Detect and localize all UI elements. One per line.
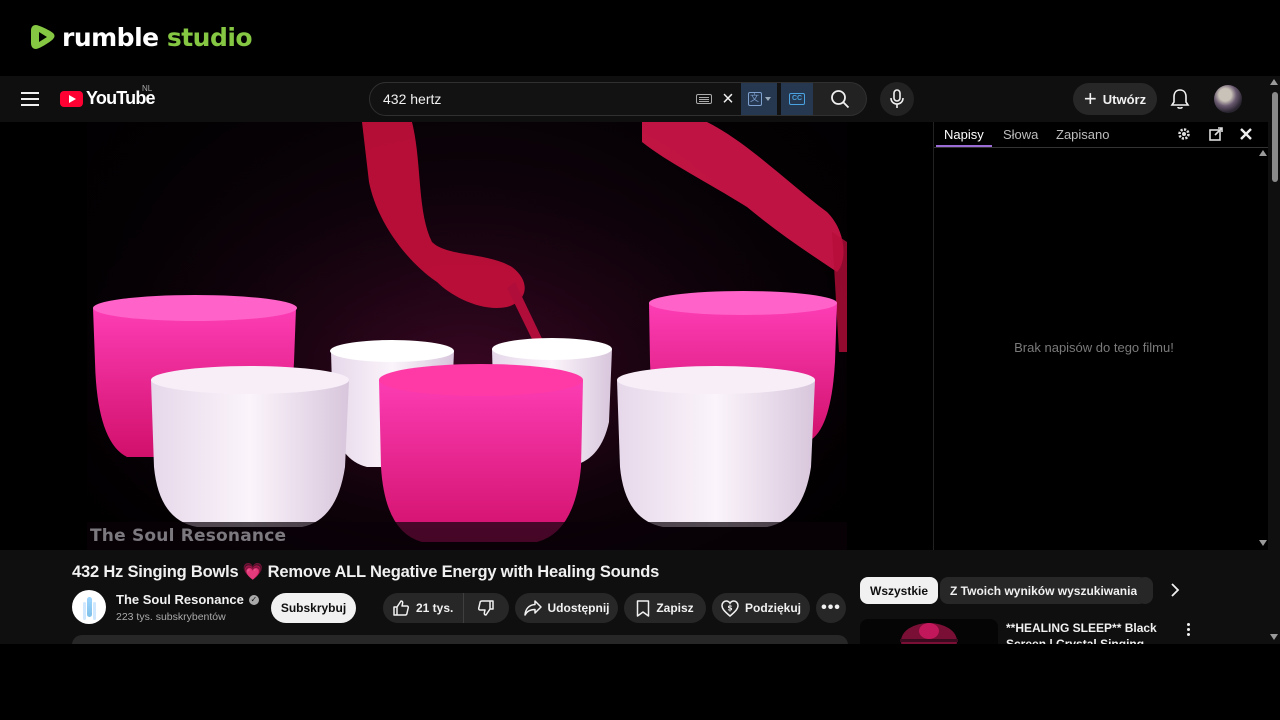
subscriber-count: 223 tys. subskrybentów (116, 611, 226, 623)
rumble-play-icon (31, 25, 55, 49)
masthead: YouTube NL × 文 CC (0, 76, 1268, 122)
popout-icon[interactable] (1208, 127, 1224, 143)
create-label: Utwórz (1102, 91, 1147, 107)
thanks-label: Podziękuj (744, 601, 801, 615)
channel-name: The Soul Resonance (116, 592, 244, 607)
bell-icon (1170, 89, 1190, 109)
heart-emoji: 💗 (242, 563, 264, 581)
chip-all[interactable]: Wszystkie (860, 577, 939, 604)
cc-icon: CC (789, 93, 805, 105)
recommendation-thumbnail[interactable] (860, 619, 998, 644)
voice-search-button[interactable] (880, 82, 914, 116)
thumbs-down-icon (477, 600, 494, 616)
tab-subtitles[interactable]: Napisy (944, 127, 984, 142)
save-label: Zapisz (656, 601, 694, 615)
chevron-right-icon (1171, 583, 1180, 597)
thumbnail-image (900, 623, 958, 644)
microphone-icon (890, 89, 904, 108)
subtitles-scrollbar[interactable] (1258, 150, 1268, 550)
bottom-letterbox (0, 644, 1280, 720)
account-avatar[interactable] (1214, 85, 1242, 113)
video-title: 432 Hz Singing Bowls 💗 Remove ALL Negati… (72, 563, 659, 582)
youtube-app: YouTube NL × 文 CC (0, 76, 1280, 644)
active-tab-indicator (936, 145, 992, 147)
subscribe-button[interactable]: Subskrybuj (271, 593, 356, 623)
translate-extension-button[interactable]: 文 (741, 83, 777, 115)
video-title-part1: 432 Hz Singing Bowls (72, 563, 239, 581)
chip-next-partial[interactable] (1137, 577, 1153, 604)
search-box: × 文 CC (369, 82, 813, 116)
subtitles-tabs: Napisy Słowa Zapisano (934, 122, 1269, 148)
channel-name-link[interactable]: The Soul Resonance ✓ (116, 592, 259, 607)
chips-next-button[interactable] (1166, 581, 1184, 599)
country-code: NL (142, 84, 153, 93)
page-scrollbar[interactable] (1268, 76, 1280, 644)
more-actions-button[interactable]: ••• (816, 593, 846, 623)
tab-words[interactable]: Słowa (1003, 127, 1038, 142)
thanks-button[interactable]: $ Podziękuj (712, 593, 810, 623)
video-title-part2: Remove ALL Negative Energy with Healing … (267, 563, 660, 581)
dislike-button[interactable] (464, 599, 508, 617)
chip-from-your-search[interactable]: Z Twoich wyników wyszukiwania (940, 577, 1148, 604)
subtitles-panel: Napisy Słowa Zapisano Brak napisów do te… (933, 122, 1269, 550)
channel-avatar[interactable] (72, 590, 106, 624)
subtitle-extension-button[interactable]: CC (781, 83, 813, 115)
create-button[interactable]: + Utwórz (1073, 83, 1157, 115)
keyboard-icon[interactable] (696, 94, 712, 104)
no-subtitles-message: Brak napisów do tego filmu! (1014, 340, 1174, 355)
chevron-down-icon (764, 97, 771, 101)
page-scroll-down-icon[interactable] (1270, 634, 1278, 640)
more-horizontal-icon: ••• (821, 599, 841, 616)
plus-icon: + (1083, 86, 1097, 111)
verified-check-icon: ✓ (248, 594, 259, 605)
share-icon (523, 600, 542, 616)
scroll-down-icon[interactable] (1259, 540, 1267, 546)
like-count: 21 tys. (416, 601, 454, 615)
recommendation-more-icon[interactable] (1180, 621, 1196, 637)
menu-icon[interactable] (18, 87, 42, 111)
rumble-word: rumble (62, 22, 159, 52)
recommendation-title[interactable]: **HEALING SLEEP** Black Screen | Crystal… (1006, 620, 1176, 644)
settings-gear-icon[interactable] (1176, 127, 1192, 143)
notifications-button[interactable] (1166, 86, 1194, 112)
video-image-singing-bowls (87, 122, 847, 550)
rumble-studio-banner: rumble studio (0, 0, 1280, 76)
page-scroll-thumb[interactable] (1272, 92, 1278, 182)
search-button[interactable] (813, 82, 867, 116)
translate-icon: 文 (747, 92, 762, 106)
share-button[interactable]: Udostępnij (515, 593, 618, 623)
thumbs-up-icon (393, 600, 410, 616)
tab-saved[interactable]: Zapisano (1056, 127, 1109, 142)
search-input[interactable] (383, 91, 683, 107)
youtube-logo[interactable]: YouTube NL (60, 84, 156, 109)
video-player[interactable]: The Soul Resonance (0, 122, 933, 550)
page-scroll-up-icon[interactable] (1270, 79, 1278, 85)
like-button[interactable]: 21 tys. (383, 593, 464, 623)
rumble-studio-logo[interactable]: rumble studio (30, 22, 253, 52)
youtube-play-icon (60, 90, 83, 107)
video-frame[interactable]: The Soul Resonance (87, 122, 847, 550)
video-watermark: The Soul Resonance (90, 526, 287, 546)
description-box[interactable] (72, 635, 848, 644)
close-icon[interactable] (1238, 127, 1254, 143)
save-button[interactable]: Zapisz (624, 593, 706, 623)
heart-dollar-icon: $ (721, 599, 739, 617)
svg-text:$: $ (727, 603, 732, 612)
bookmark-icon (637, 599, 650, 617)
clear-search-icon[interactable]: × (719, 89, 737, 109)
share-label: Udostępnij (547, 601, 610, 615)
studio-word: studio (166, 22, 253, 52)
like-dislike-group: 21 tys. (383, 593, 509, 623)
scroll-up-icon[interactable] (1259, 150, 1267, 156)
search-bar: × 文 CC (369, 82, 867, 116)
search-icon (830, 90, 849, 109)
